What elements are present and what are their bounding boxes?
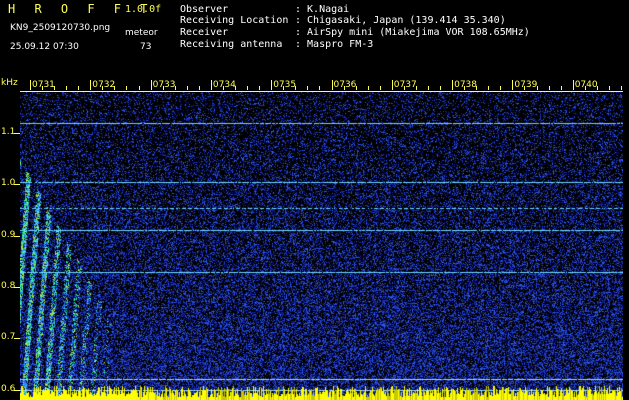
x-minor-tick bbox=[319, 86, 321, 90]
x-minor-tick bbox=[476, 86, 478, 90]
y-tick-label: 0.9 bbox=[1, 229, 16, 240]
x-minor-tick bbox=[42, 86, 44, 90]
x-minor-tick bbox=[198, 86, 200, 90]
x-minor-tick bbox=[584, 86, 586, 90]
x-tick-label: 0740 bbox=[574, 80, 598, 90]
count-label: 73 bbox=[140, 42, 152, 52]
x-minor-tick bbox=[500, 86, 502, 90]
x-minor-tick bbox=[343, 86, 345, 90]
x-minor-tick bbox=[295, 86, 297, 90]
x-minor-tick bbox=[415, 86, 417, 90]
x-minor-tick bbox=[524, 86, 526, 90]
x-minor-tick bbox=[440, 86, 442, 90]
x-tick-mark bbox=[452, 80, 454, 90]
antenna-value: : Maspro FM-3 bbox=[295, 39, 374, 50]
x-minor-tick bbox=[66, 86, 68, 90]
spectrogram-canvas bbox=[20, 92, 623, 400]
x-minor-tick bbox=[186, 86, 188, 90]
x-tick-mark bbox=[512, 80, 514, 90]
x-tick-mark bbox=[271, 80, 273, 90]
x-minor-tick bbox=[367, 86, 369, 90]
y-tick-label: 0.6 bbox=[1, 383, 16, 394]
x-minor-tick bbox=[54, 86, 56, 90]
x-minor-tick bbox=[620, 86, 622, 90]
x-minor-tick bbox=[379, 86, 381, 90]
x-minor-tick bbox=[138, 86, 140, 90]
x-minor-tick bbox=[114, 86, 116, 90]
x-tick-mark bbox=[391, 80, 393, 90]
x-minor-tick bbox=[596, 86, 598, 90]
x-tick-label: 0737 bbox=[393, 80, 417, 90]
location-value: : Chigasaki, Japan (139.414 35.340) bbox=[295, 15, 506, 26]
x-minor-tick bbox=[259, 86, 261, 90]
x-tick-mark bbox=[90, 80, 92, 90]
x-tick-label: 0739 bbox=[514, 80, 538, 90]
y-tick-label: 1.1 bbox=[1, 127, 16, 138]
x-tick-label: 0734 bbox=[212, 80, 236, 90]
x-minor-tick bbox=[307, 86, 309, 90]
x-minor-tick bbox=[548, 86, 550, 90]
x-tick-label: 0731 bbox=[32, 80, 55, 90]
x-tick-label: 0735 bbox=[273, 80, 297, 90]
x-tick-label: 0733 bbox=[152, 80, 176, 90]
x-minor-tick bbox=[283, 86, 285, 90]
x-minor-tick bbox=[162, 86, 164, 90]
x-minor-tick bbox=[247, 86, 249, 90]
y-tick-label: 1.0 bbox=[1, 178, 16, 189]
datetime-label: 25.09.12 07:30 bbox=[10, 42, 79, 52]
x-minor-tick bbox=[222, 86, 224, 90]
receiver-label: Receiver bbox=[180, 27, 229, 38]
x-minor-tick bbox=[608, 86, 610, 90]
receiver-value: : AirSpy mini (Miakejima VOR 108.65MHz) bbox=[295, 27, 530, 38]
x-minor-tick bbox=[536, 86, 538, 90]
version-label: 1.0.0f bbox=[125, 4, 162, 15]
x-minor-tick bbox=[174, 86, 176, 90]
x-minor-tick bbox=[126, 86, 128, 90]
x-tick-mark bbox=[150, 80, 152, 90]
x-tick-mark bbox=[210, 80, 212, 90]
x-minor-tick bbox=[235, 86, 237, 90]
y-tick-label: 0.8 bbox=[1, 281, 16, 292]
x-minor-tick bbox=[102, 86, 104, 90]
x-minor-tick bbox=[78, 86, 80, 90]
x-minor-tick bbox=[560, 86, 562, 90]
y-axis-unit: kHz bbox=[1, 78, 18, 88]
x-minor-tick bbox=[464, 86, 466, 90]
x-tick-mark bbox=[331, 80, 333, 90]
x-tick-label: 0732 bbox=[92, 80, 116, 90]
mode-label: meteor bbox=[125, 28, 158, 38]
x-minor-tick bbox=[355, 86, 357, 90]
x-tick-mark bbox=[572, 80, 574, 90]
x-tick-label: 0736 bbox=[333, 80, 357, 90]
x-minor-tick bbox=[488, 86, 490, 90]
location-label: Receiving Location bbox=[180, 15, 289, 26]
y-tick-label: 0.7 bbox=[1, 332, 16, 343]
x-tick-label: 0738 bbox=[454, 80, 477, 90]
x-minor-tick bbox=[427, 86, 429, 90]
antenna-label: Receiving antenna bbox=[180, 39, 283, 50]
x-minor-tick bbox=[403, 86, 405, 90]
x-tick-mark bbox=[30, 80, 31, 90]
filename-label: KN9_2509120730.png bbox=[10, 23, 111, 33]
spectrogram-panel: kHz 0731 0732 0733 0734 0735 0736 0737 0738 0739… bbox=[0, 78, 629, 400]
